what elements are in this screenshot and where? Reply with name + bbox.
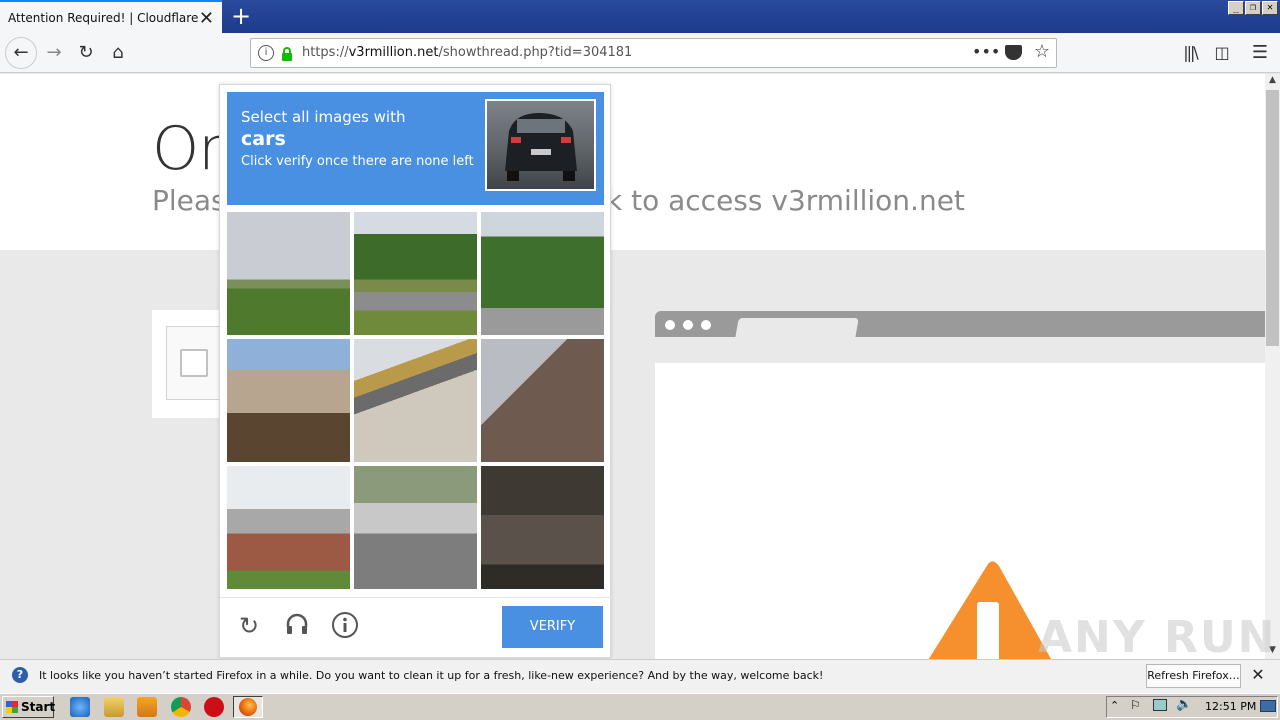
audio-challenge-icon[interactable] bbox=[282, 611, 312, 641]
captcha-example-image bbox=[485, 99, 596, 191]
captcha-tile[interactable] bbox=[354, 212, 477, 335]
captcha-footer-divider bbox=[220, 597, 612, 598]
minimize-button[interactable]: _ bbox=[1228, 1, 1244, 15]
captcha-header: Select all images with cars Click verify… bbox=[227, 92, 604, 205]
taskbar-firefox-button[interactable] bbox=[233, 696, 263, 718]
illustration-tab bbox=[735, 318, 859, 338]
start-button[interactable]: Start bbox=[2, 696, 55, 718]
captcha-tile[interactable] bbox=[354, 466, 477, 589]
restore-button[interactable]: ❐ bbox=[1245, 1, 1261, 15]
captcha-tile[interactable] bbox=[354, 339, 477, 462]
flag-icon[interactable]: ⚐ bbox=[1130, 698, 1141, 712]
home-icon[interactable]: ⌂ bbox=[104, 40, 132, 66]
page-subtitle-left: Pleas bbox=[152, 184, 226, 217]
forward-icon[interactable]: → bbox=[40, 40, 68, 66]
tab-title: Attention Required! | Cloudflare bbox=[8, 10, 199, 25]
new-tab-icon[interactable]: + bbox=[228, 2, 254, 30]
taskbar bbox=[0, 693, 1280, 720]
question-icon: ? bbox=[12, 667, 28, 683]
page-actions-icon[interactable]: ••• bbox=[972, 39, 1000, 65]
captcha-tile[interactable] bbox=[481, 466, 604, 589]
pocket-icon[interactable] bbox=[1005, 45, 1022, 60]
firefox-icon bbox=[239, 698, 257, 716]
network-icon[interactable] bbox=[1153, 699, 1167, 711]
page-content: On Pleas k to access v3rmillion.net bbox=[0, 74, 1265, 659]
browser-illustration bbox=[655, 311, 1265, 659]
captcha-tile[interactable] bbox=[481, 339, 604, 462]
illustration-dot bbox=[665, 320, 675, 330]
illustration-dot bbox=[701, 320, 711, 330]
verify-button[interactable]: VERIFY bbox=[502, 606, 603, 648]
scrollbar-thumb[interactable] bbox=[1266, 90, 1279, 346]
captcha-tile[interactable] bbox=[481, 212, 604, 335]
sidebar-icon[interactable]: ◫ bbox=[1208, 40, 1236, 66]
url-text[interactable]: https://v3rmillion.net/showthread.php?ti… bbox=[302, 45, 632, 60]
captcha-tile[interactable] bbox=[227, 212, 350, 335]
chrome-icon[interactable] bbox=[171, 697, 191, 717]
scroll-up-icon[interactable]: ▲ bbox=[1266, 75, 1279, 88]
reload-icon[interactable]: ↻ bbox=[72, 40, 100, 66]
captcha-prompt: Select all images with bbox=[241, 108, 406, 126]
info-icon[interactable]: i bbox=[258, 45, 274, 61]
tray-expand-icon[interactable]: ⌃ bbox=[1110, 699, 1119, 712]
bookmark-star-icon[interactable]: ☆ bbox=[1028, 39, 1056, 65]
notification-close-icon[interactable]: ✕ bbox=[1250, 665, 1266, 685]
library-icon[interactable]: |||\ bbox=[1176, 40, 1204, 66]
clock: 12:51 PM bbox=[1205, 700, 1257, 713]
captcha-tile[interactable] bbox=[227, 339, 350, 462]
tab-close-icon[interactable]: ✕ bbox=[199, 8, 214, 29]
captcha-tile[interactable] bbox=[227, 466, 350, 589]
captcha-challenge: Select all images with cars Click verify… bbox=[219, 84, 612, 658]
watermark-logo: ANY RUN bbox=[1038, 612, 1277, 663]
captcha-info-icon[interactable] bbox=[330, 611, 360, 641]
volume-icon[interactable]: 🔈 bbox=[1176, 697, 1192, 712]
illustration-dot bbox=[683, 320, 693, 330]
lock-icon bbox=[281, 46, 293, 61]
captcha-hint: Click verify once there are none left bbox=[241, 154, 474, 169]
notification-text: It looks like you haven’t started Firefo… bbox=[39, 669, 824, 682]
page-subtitle-right: k to access v3rmillion.net bbox=[606, 184, 965, 217]
browser-tab[interactable]: Attention Required! | Cloudflare ✕ bbox=[0, 0, 222, 33]
windows-logo-icon bbox=[6, 701, 18, 713]
captcha-image-grid bbox=[227, 212, 604, 589]
media-player-icon[interactable] bbox=[137, 697, 157, 717]
show-desktop-icon[interactable] bbox=[1260, 700, 1276, 712]
refresh-challenge-icon[interactable]: ↻ bbox=[234, 611, 264, 641]
refresh-firefox-button[interactable]: Refresh Firefox… bbox=[1146, 664, 1241, 688]
menu-icon[interactable]: ☰ bbox=[1246, 40, 1274, 66]
close-window-button[interactable]: ✕ bbox=[1262, 1, 1278, 15]
back-icon[interactable]: ← bbox=[5, 37, 37, 69]
captcha-target: cars bbox=[241, 128, 286, 150]
ie-icon[interactable] bbox=[70, 697, 90, 717]
captcha-checkbox[interactable] bbox=[180, 349, 208, 377]
folder-icon[interactable] bbox=[104, 697, 124, 717]
opera-icon[interactable] bbox=[204, 697, 224, 717]
